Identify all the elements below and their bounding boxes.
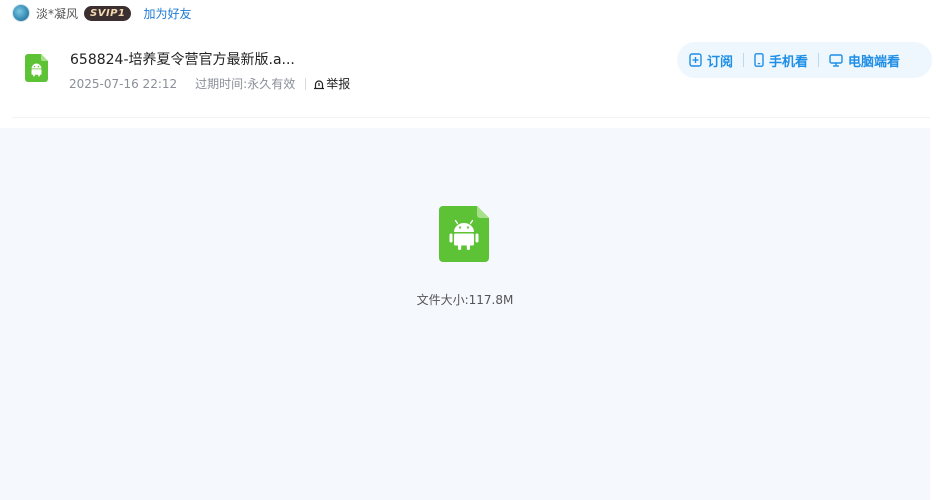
header-divider [12, 117, 930, 118]
subscribe-button[interactable]: 订阅 [689, 51, 733, 70]
file-preview-area [0, 128, 930, 500]
vip-badge: SVIP1 [84, 5, 132, 21]
action-divider [818, 53, 820, 67]
action-bar: 订阅 手机看 电脑端看 [677, 42, 932, 78]
meta-divider [305, 77, 307, 90]
mobile-view-button[interactable]: 手机看 [754, 51, 808, 70]
phone-icon [754, 53, 764, 67]
report-label: 举报 [326, 77, 351, 91]
expiry-label: 过期时间: [195, 77, 248, 91]
subscribe-icon [689, 53, 702, 67]
desktop-view-label: 电脑端看 [848, 54, 901, 70]
android-file-icon [439, 206, 489, 262]
username[interactable]: 淡*凝风 [36, 5, 78, 22]
file-size: 文件大小:117.8M [0, 291, 930, 308]
add-friend-link[interactable]: 加为好友 [143, 5, 191, 22]
user-bar: 淡*凝风 SVIP1 加为好友 [12, 3, 191, 23]
action-divider [743, 53, 745, 67]
expiry-value: 永久有效 [247, 77, 296, 91]
file-name: 658824-培养夏令营官方最新版.a... [70, 52, 295, 68]
file-size-value: 117.8M [468, 293, 514, 307]
file-size-label: 文件大小: [416, 293, 469, 307]
subscribe-label: 订阅 [707, 54, 734, 70]
file-meta: 2025-07-16 22:12 过期时间: 永久有效 举报 [69, 75, 350, 92]
avatar[interactable] [12, 4, 30, 22]
desktop-view-button[interactable]: 电脑端看 [829, 51, 900, 70]
report-icon [314, 79, 325, 89]
upload-date: 2025-07-16 22:12 [69, 76, 178, 91]
monitor-icon [829, 53, 843, 67]
android-file-icon [25, 54, 48, 82]
mobile-view-label: 手机看 [769, 54, 809, 70]
report-button[interactable]: 举报 [313, 75, 350, 92]
